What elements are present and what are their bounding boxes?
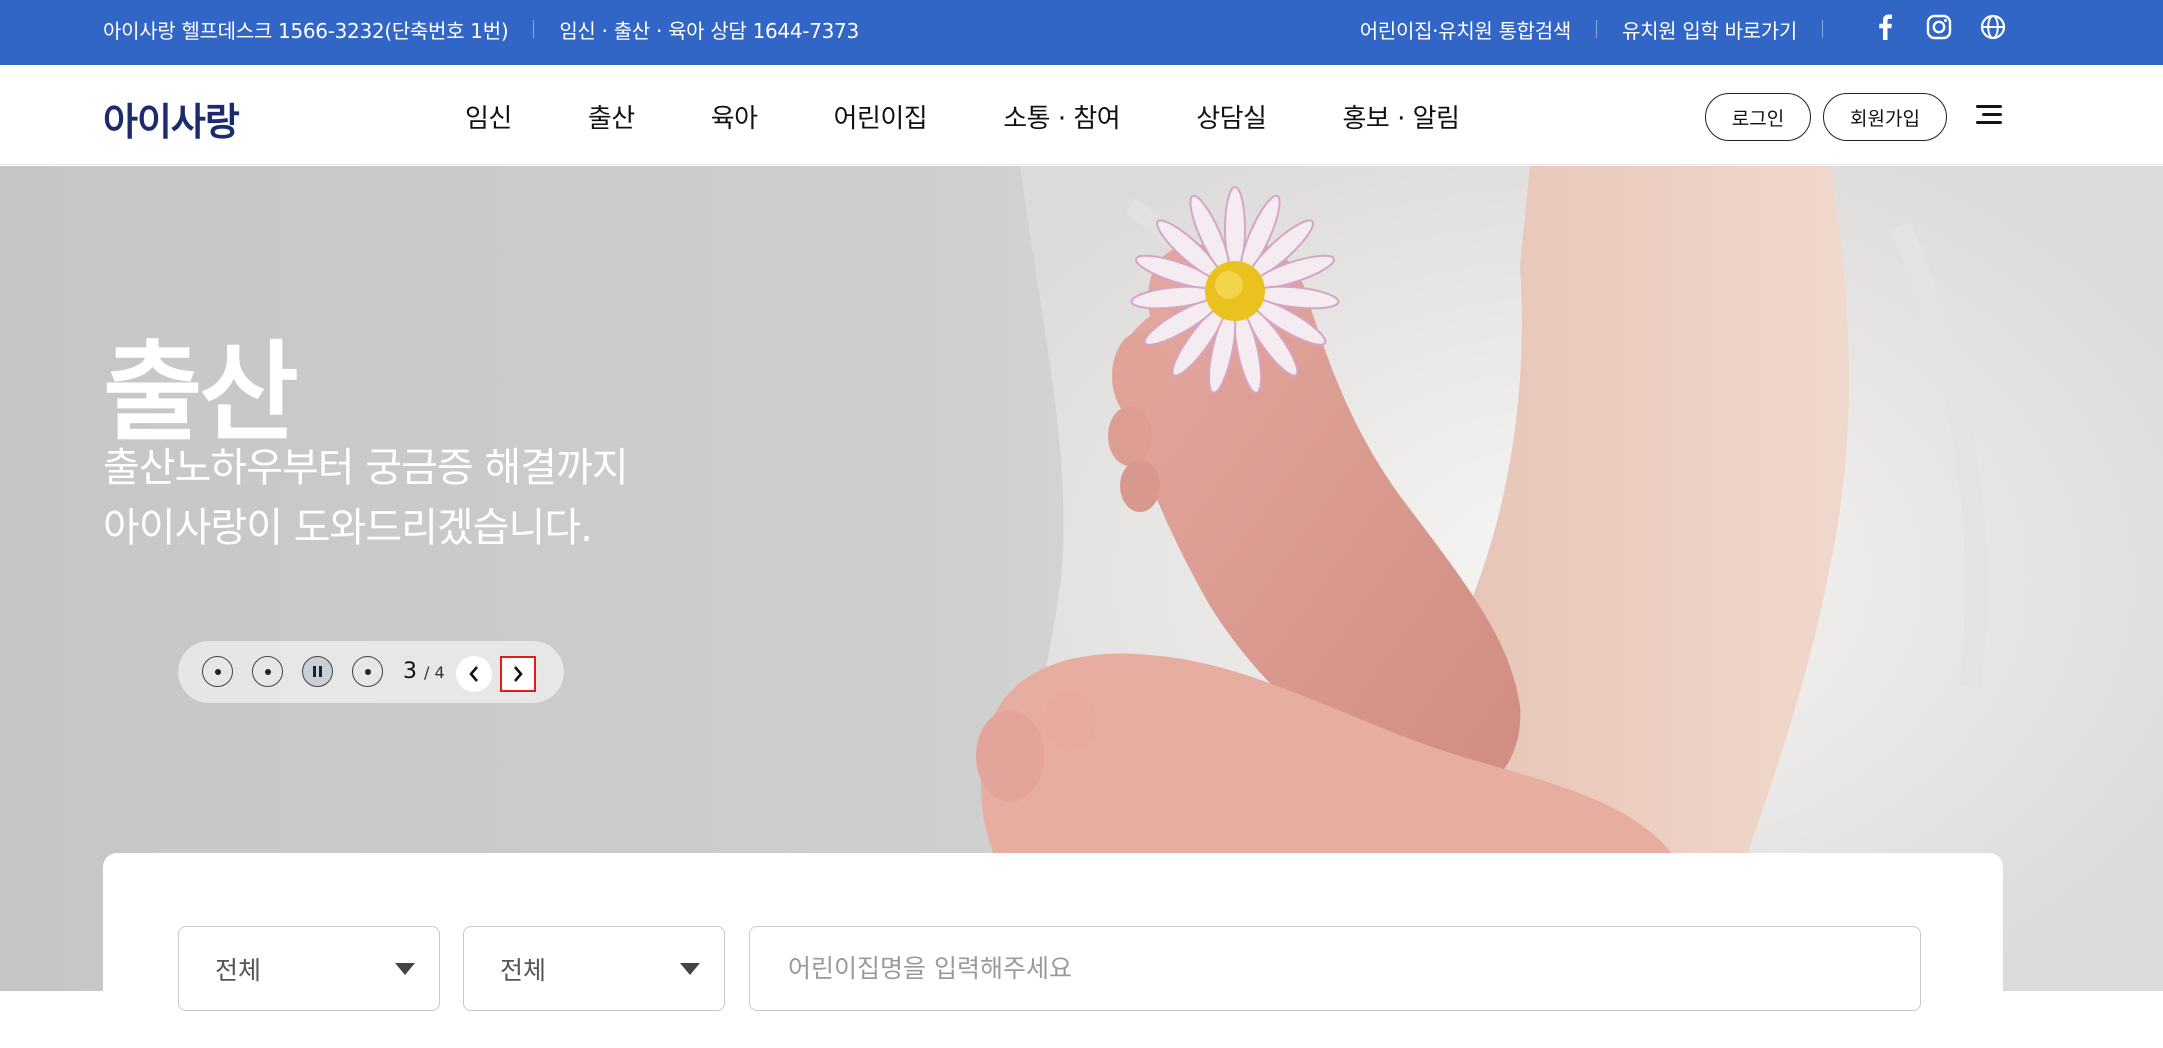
social-icons	[1870, 12, 2008, 42]
hero-subtitle-line1: 출산노하우부터 궁금증 해결까지	[103, 445, 629, 491]
slide-counter: 3 / 4	[403, 659, 445, 684]
top-utility-bar: 아이사랑 헬프데스크 1566-3232(단축번호 1번) 임신 · 출산 · …	[0, 0, 2163, 65]
region-select-value: 전체	[215, 955, 262, 985]
pause-icon[interactable]	[302, 656, 333, 687]
globe-icon[interactable]	[1978, 12, 2008, 42]
helpdesk-info: 아이사랑 헬프데스크 1566-3232(단축번호 1번) 임신 · 출산 · …	[103, 0, 859, 58]
current-slide: 3	[403, 659, 417, 684]
facebook-icon[interactable]	[1870, 12, 1900, 42]
nav-item-news[interactable]: 홍보 · 알림	[1342, 98, 1459, 135]
helpdesk-text: 아이사랑 헬프데스크 1566-3232(단축번호 1번)	[103, 18, 509, 43]
kindergarten-admission-link[interactable]: 유치원 입학 바로가기	[1622, 15, 1797, 44]
slide-dot-2[interactable]	[252, 656, 283, 687]
site-header: 아이사랑 임신 출산 육아 어린이집 소통 · 참여 상담실 홍보 · 알림 로…	[0, 65, 2163, 165]
type-select[interactable]: 전체	[463, 926, 725, 1011]
integrated-search-link[interactable]: 어린이집·유치원 통합검색	[1360, 15, 1572, 44]
menu-icon[interactable]	[1976, 105, 2002, 129]
region-select[interactable]: 전체	[178, 926, 440, 1011]
slide-dot-1[interactable]	[202, 656, 233, 687]
hero-subtitle: 출산노하우부터 궁금증 해결까지 아이사랑이 도와드리겠습니다.	[103, 438, 629, 558]
daycare-search-panel: 전체 전체	[103, 853, 2003, 1048]
nav-item-parenting[interactable]: 육아	[711, 98, 758, 135]
slide-controls: 3 / 4	[178, 641, 564, 703]
chevron-left-icon	[469, 666, 478, 682]
nav-item-daycare[interactable]: 어린이집	[834, 98, 928, 135]
instagram-icon[interactable]	[1924, 12, 1954, 42]
nav-item-childbirth[interactable]: 출산	[588, 98, 635, 135]
caret-down-icon	[680, 963, 700, 975]
consult-text: 임신 · 출산 · 육아 상담 1644-7373	[559, 18, 859, 43]
type-select-value: 전체	[500, 955, 547, 985]
prev-slide-button[interactable]	[456, 656, 492, 692]
next-slide-button[interactable]	[500, 656, 536, 692]
nav-item-counseling[interactable]: 상담실	[1196, 98, 1267, 135]
divider	[1595, 20, 1597, 38]
nav-item-pregnancy[interactable]: 임신	[465, 98, 512, 135]
chevron-right-icon	[514, 666, 523, 682]
signup-button[interactable]: 회원가입	[1823, 93, 1947, 141]
nav-item-community[interactable]: 소통 · 참여	[1003, 98, 1120, 135]
hero-subtitle-line2: 아이사랑이 도와드리겠습니다.	[103, 505, 593, 551]
top-links: 어린이집·유치원 통합검색 유치원 입학 바로가기	[1360, 0, 1823, 58]
caret-down-icon	[395, 963, 415, 975]
divider	[533, 20, 535, 38]
divider	[1822, 20, 1823, 38]
total-slides: / 4	[424, 663, 445, 682]
login-button[interactable]: 로그인	[1705, 93, 1811, 141]
site-logo[interactable]: 아이사랑	[103, 91, 240, 146]
slide-dot-4[interactable]	[352, 656, 383, 687]
main-navigation: 임신 출산 육아 어린이집 소통 · 참여 상담실 홍보 · 알림	[465, 98, 1460, 135]
daycare-name-input[interactable]	[749, 926, 1921, 1011]
